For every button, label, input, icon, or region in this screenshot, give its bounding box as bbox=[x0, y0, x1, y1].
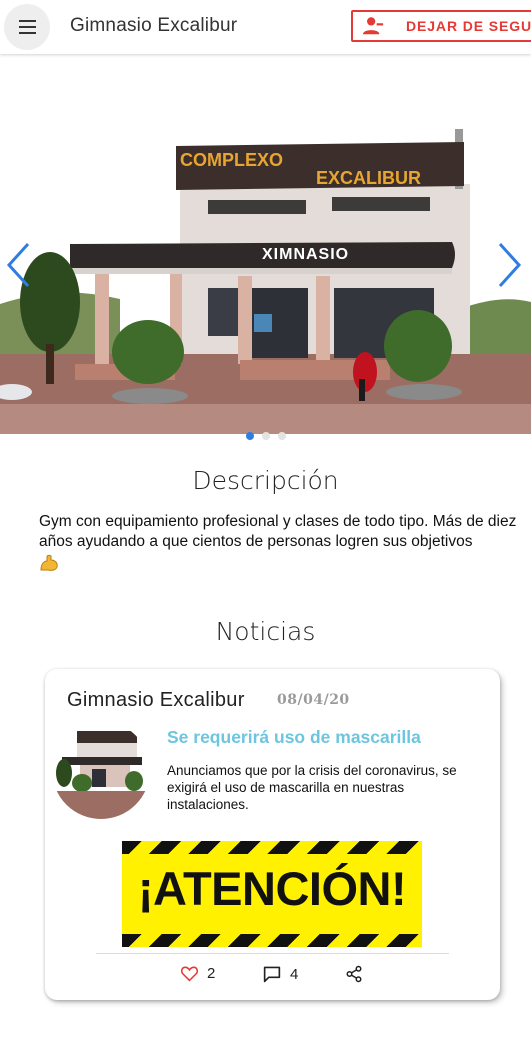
menu-icon bbox=[18, 18, 36, 36]
banner-text: ¡ATENCIÓN! bbox=[137, 862, 407, 915]
news-headline[interactable]: Se requerirá uso de mascarilla bbox=[167, 727, 421, 748]
like-button[interactable]: 2 bbox=[180, 965, 215, 982]
description-heading: Descripción bbox=[192, 466, 339, 495]
comment-icon bbox=[263, 966, 281, 983]
like-count: 2 bbox=[207, 965, 216, 982]
carousel-dot[interactable] bbox=[245, 432, 254, 440]
carousel-indicators bbox=[0, 432, 531, 442]
photo-sign-bottom: EXCALIBUR bbox=[316, 168, 421, 188]
comment-button[interactable]: 4 bbox=[262, 965, 298, 983]
description-body: Gym con equipamiento profesional y clase… bbox=[39, 513, 517, 550]
comment-count: 4 bbox=[290, 965, 299, 983]
person-remove-icon bbox=[362, 17, 384, 35]
news-author: Gimnasio Excalibur bbox=[67, 689, 245, 711]
top-app-bar: Gimnasio Excalibur DEJAR DE SEGUIR bbox=[0, 0, 531, 54]
gym-building-photo: COMPLEXO EXCALIBUR XIMNASIO bbox=[0, 54, 531, 434]
news-date: 08/04/20 bbox=[277, 692, 350, 708]
heart-icon bbox=[180, 966, 199, 982]
menu-button[interactable] bbox=[4, 4, 50, 50]
attention-banner-image: ¡ATENCIÓN! bbox=[122, 841, 422, 947]
news-heading: Noticias bbox=[215, 617, 316, 646]
flexed-biceps-icon bbox=[40, 554, 58, 571]
next-slide-button[interactable] bbox=[495, 241, 525, 289]
news-actions: 2 4 bbox=[45, 965, 500, 989]
description-text: Gym con equipamiento profesional y clase… bbox=[39, 512, 517, 578]
news-body: Anunciamos que por la crisis del coronav… bbox=[167, 763, 457, 812]
news-author-avatar bbox=[52, 721, 150, 819]
previous-slide-button[interactable] bbox=[4, 241, 34, 289]
unfollow-label: DEJAR DE SEGUIR bbox=[406, 18, 531, 34]
news-card[interactable]: Gimnasio Excalibur 08/04/20 Se requerirá… bbox=[45, 669, 500, 1000]
card-divider bbox=[96, 953, 449, 954]
carousel-dot[interactable] bbox=[277, 432, 286, 440]
photo-carousel[interactable]: COMPLEXO EXCALIBUR XIMNASIO bbox=[0, 54, 531, 434]
photo-sign-top: COMPLEXO bbox=[180, 150, 283, 170]
photo-sign-canopy: XIMNASIO bbox=[262, 246, 349, 263]
carousel-dot[interactable] bbox=[261, 432, 270, 440]
page-title: Gimnasio Excalibur bbox=[70, 15, 238, 36]
unfollow-button[interactable]: DEJAR DE SEGUIR bbox=[351, 10, 531, 42]
share-button[interactable] bbox=[345, 965, 363, 983]
share-icon bbox=[346, 965, 362, 983]
